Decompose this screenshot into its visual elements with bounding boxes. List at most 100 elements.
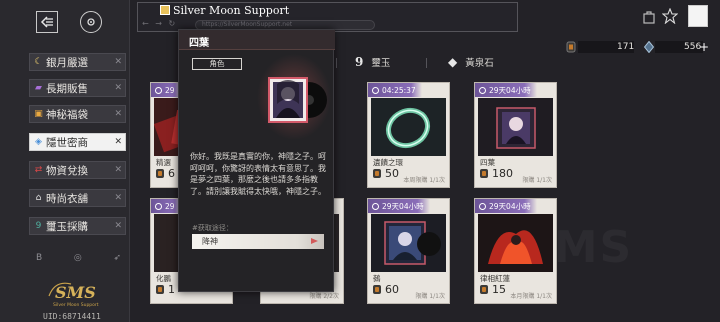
instagram-icon[interactable]: ◎ — [74, 253, 82, 265]
shop-card[interactable]: 04:25:37 遺饋之環 50 本周限購 1/1次 — [367, 82, 450, 188]
settings-button[interactable] — [80, 11, 102, 33]
jade-icon: 9 — [35, 221, 42, 231]
blog-icon[interactable]: B — [36, 253, 42, 265]
sidebar-item-label: 璽玉採購 — [46, 220, 88, 233]
coin-icon — [480, 169, 488, 178]
tab-underworld-stone[interactable]: ◆ 黃泉石 — [448, 53, 494, 71]
coin-icon — [373, 169, 381, 178]
tab-divider — [336, 58, 337, 68]
add-crystal-button[interactable]: + — [699, 39, 709, 55]
price-value: 60 — [385, 283, 399, 296]
price-value: 1 — [168, 283, 175, 296]
gear-icon — [87, 18, 95, 26]
purchase-limit: 限購 1/1次 — [522, 177, 552, 184]
folder-icon: ▰ — [35, 83, 42, 93]
sidebar-top — [0, 0, 130, 44]
item-image — [371, 214, 446, 272]
paper-plane-icon[interactable]: ➶ — [113, 253, 121, 265]
clock-icon — [372, 86, 379, 94]
sidebar-item-label: 隱世密商 — [46, 136, 88, 149]
tab-divider — [426, 58, 427, 68]
window-title-text: Silver Moon Support — [173, 3, 290, 17]
item-price: 6 — [156, 167, 175, 180]
clock-icon — [479, 202, 486, 210]
popup-description: 你好。我既是真實的你，神隱之子。呵呵呵呵，你驚訝的表情太有意思了。我是夢之四葉，… — [190, 152, 326, 196]
crystal-currency — [644, 39, 654, 55]
sidebar-item-long-term-sale[interactable]: ▰ 長期販售 ✕ — [29, 79, 126, 97]
sidebar-item-label: 神秘福袋 — [46, 108, 88, 121]
jade-icon: 9 — [355, 55, 364, 69]
collapse-button[interactable] — [36, 11, 58, 33]
clock-icon — [155, 86, 162, 94]
coin-currency — [566, 39, 576, 55]
timer-badge: 29 — [151, 83, 181, 97]
clock-icon — [372, 202, 379, 210]
price-value: 15 — [492, 283, 506, 296]
shop-card[interactable]: 29天04小時 律相紅蓮 15 本月限購 1/1次 — [474, 198, 557, 304]
shop-card[interactable]: 29天04小時 四葉 180 限購 1/1次 — [474, 82, 557, 188]
close-icon[interactable]: ✕ — [114, 83, 122, 93]
price-value: 50 — [385, 167, 399, 180]
coin-icon — [566, 41, 576, 53]
coin-icon — [156, 285, 164, 294]
close-icon[interactable]: ✕ — [114, 193, 122, 203]
sidebar-item-label: 長期販售 — [46, 82, 88, 95]
crescent-moon-icon: ☾ — [34, 57, 43, 67]
item-price: 180 — [480, 167, 513, 180]
item-detail-popup: 四葉 角色 你好。我既是真實的你，神隱之子。呵呵呵呵，你驚訝的表情太有意思了。我… — [178, 29, 335, 292]
timer-text: 29天04小時 — [489, 85, 531, 95]
hanger-icon: ⌂ — [35, 193, 42, 203]
close-icon[interactable]: ✕ — [114, 137, 122, 147]
tab-label: 黃泉石 — [465, 58, 494, 69]
collapse-icon — [40, 16, 53, 28]
sidebar-item-selection[interactable]: ☾ 銀月嚴選 ✕ — [29, 53, 126, 71]
browser-nav-arrows[interactable]: ← → ↻ — [142, 19, 177, 28]
tab-label: 璽玉 — [371, 58, 391, 69]
sidebar-item-hidden-merchant[interactable]: ◈ 隱世密商 ✕ — [29, 133, 126, 151]
close-icon[interactable]: ✕ — [114, 109, 122, 119]
coin-icon — [480, 285, 488, 294]
avatar[interactable] — [688, 5, 708, 27]
sms-logo: SMS Silver Moon Support — [45, 278, 107, 308]
window-title: Silver Moon Support — [160, 3, 410, 17]
item-price: 1 — [156, 283, 175, 296]
clock-icon — [479, 86, 486, 94]
sidebar-social-icons: B ◎ ➶ — [36, 253, 121, 265]
purchase-limit: 限購 1/1次 — [415, 293, 445, 300]
close-icon[interactable]: ✕ — [114, 221, 122, 231]
timer-badge: 29 — [151, 199, 181, 213]
timer-text: 04:25:37 — [382, 85, 416, 95]
close-icon[interactable]: ✕ — [114, 165, 122, 175]
price-value: 6 — [168, 167, 175, 180]
timer-text: 29天04小時 — [382, 201, 424, 211]
gift-bag-icon: ▣ — [34, 109, 43, 119]
bag-icon[interactable] — [643, 10, 655, 28]
price-value: 180 — [492, 167, 513, 180]
sidebar: ☾ 銀月嚴選 ✕ ▰ 長期販售 ✕ ▣ 神秘福袋 ✕ ◈ 隱世密商 ✕ ⇄ 物資… — [0, 0, 130, 322]
diamond-icon: ◆ — [448, 55, 458, 69]
character-art — [257, 54, 331, 140]
category-tag: 角色 — [192, 58, 242, 70]
timer-text: 29 — [165, 85, 175, 95]
coin-icon — [156, 169, 164, 178]
sidebar-item-mystery-bag[interactable]: ▣ 神秘福袋 ✕ — [29, 105, 126, 123]
shop-card[interactable]: 29天04小時 鵺 60 限購 1/1次 — [367, 198, 450, 304]
tab-jade[interactable]: 9 璽玉 — [355, 53, 390, 71]
timer-badge: 29天04小時 — [475, 199, 537, 213]
item-image — [478, 214, 553, 272]
purchase-limit: 本周限購 1/1次 — [403, 177, 445, 184]
source-summon-button[interactable]: 降神 — [192, 234, 324, 249]
sidebar-item-exchange[interactable]: ⇄ 物資兌換 ✕ — [29, 161, 126, 179]
item-price: 60 — [373, 283, 399, 296]
close-icon[interactable]: ✕ — [114, 57, 122, 67]
sidebar-item-label: 時尚衣舖 — [46, 192, 88, 205]
coin-value: 171 — [617, 42, 635, 52]
sidebar-item-jade-purchase[interactable]: 9 璽玉採購 ✕ — [29, 217, 126, 235]
source-label: #获取途径： — [192, 224, 233, 232]
sidebar-item-fashion[interactable]: ⌂ 時尚衣舖 ✕ — [29, 189, 126, 207]
star-icon[interactable] — [661, 7, 679, 28]
item-image — [478, 98, 553, 156]
cube-icon: ◈ — [35, 137, 42, 147]
diamond-icon — [644, 41, 654, 53]
purchase-limit: 限購 2/2次 — [309, 293, 339, 300]
